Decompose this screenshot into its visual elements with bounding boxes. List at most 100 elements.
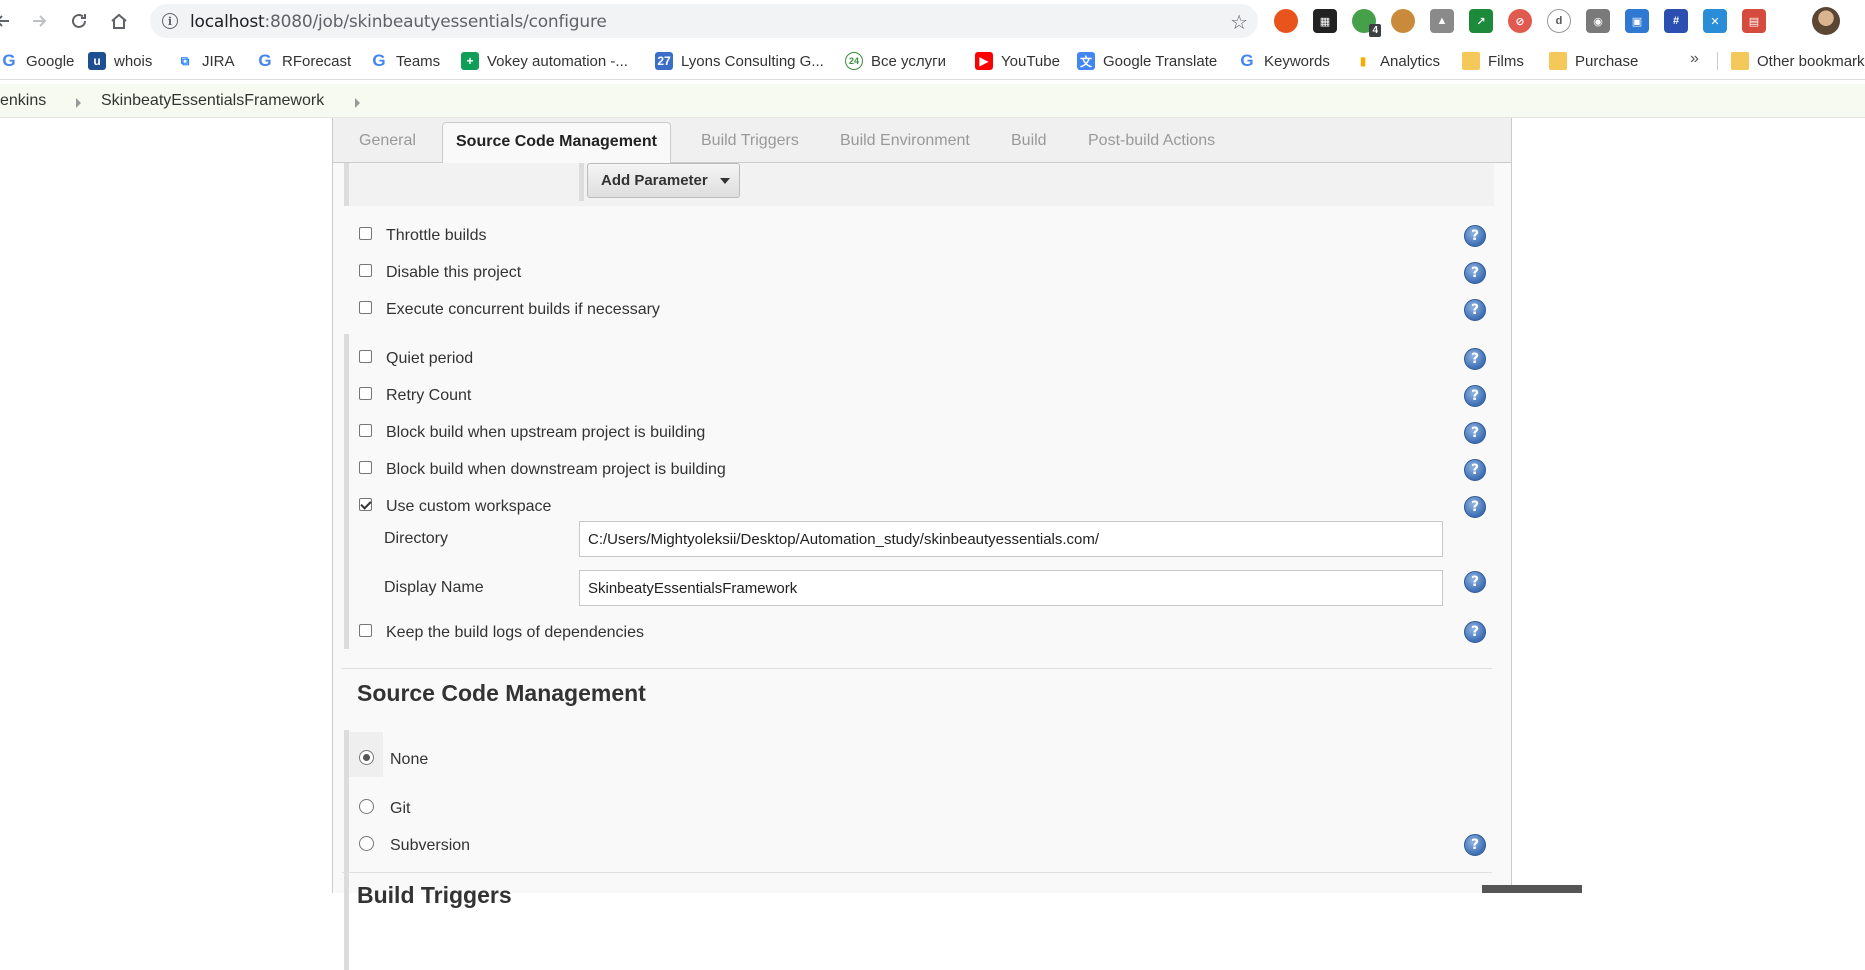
- section-bar: [344, 615, 349, 649]
- help-icon[interactable]: ?: [1464, 385, 1486, 407]
- qr-code-ext-icon[interactable]: ▦: [1313, 9, 1337, 33]
- help-icon[interactable]: ?: [1464, 262, 1486, 284]
- help-icon[interactable]: ?: [1464, 571, 1486, 593]
- bookmark-whois[interactable]: u whois: [88, 51, 152, 71]
- help-icon[interactable]: ?: [1464, 348, 1486, 370]
- chrome-color-ext-icon[interactable]: [1274, 9, 1298, 33]
- option-throttle-builds[interactable]: Throttle builds: [359, 225, 487, 247]
- option-quiet-period[interactable]: Quiet period: [359, 348, 473, 370]
- option-block-downstream[interactable]: Block build when downstream project is b…: [359, 459, 726, 481]
- retry-count-checkbox[interactable]: [359, 386, 372, 400]
- help-icon[interactable]: ?: [1464, 621, 1486, 643]
- calendar-ext-icon[interactable]: ▤: [1742, 9, 1766, 33]
- config-panel: General Source Code Management Build Tri…: [332, 118, 1512, 970]
- scm-option-git[interactable]: Git: [359, 798, 410, 820]
- tab-build-triggers[interactable]: Build Triggers: [701, 132, 799, 150]
- option-custom-workspace[interactable]: Use custom workspace: [359, 496, 551, 518]
- option-retry-count[interactable]: Retry Count: [359, 385, 471, 407]
- home-icon[interactable]: [106, 8, 132, 34]
- bookmark-keywords[interactable]: G Keywords: [1238, 51, 1330, 71]
- bookmark-google[interactable]: G Google: [0, 51, 74, 71]
- keep-build-logs-checkbox[interactable]: [359, 623, 372, 637]
- help-icon[interactable]: ?: [1464, 834, 1486, 856]
- other-bookmarks-folder[interactable]: Other bookmarks: [1731, 51, 1865, 71]
- custom-workspace-checkbox[interactable]: [359, 497, 372, 511]
- quiet-period-checkbox[interactable]: [359, 349, 372, 363]
- help-icon[interactable]: ?: [1464, 422, 1486, 444]
- option-concurrent-builds[interactable]: Execute concurrent builds if necessary: [359, 299, 660, 321]
- option-label: None: [390, 751, 429, 768]
- bookmark-vokey-automation[interactable]: + Vokey automation -...: [461, 51, 628, 71]
- section-divider: [342, 668, 1492, 669]
- bookmark-jira[interactable]: ⧉ JIRA: [176, 51, 235, 71]
- tab-build-environment[interactable]: Build Environment: [840, 132, 970, 150]
- scm-option-subversion[interactable]: Subversion: [359, 835, 470, 857]
- site-info-icon[interactable]: i: [162, 13, 178, 29]
- tools-ext-icon[interactable]: ✕: [1703, 9, 1727, 33]
- concurrent-builds-checkbox[interactable]: [359, 300, 372, 314]
- help-icon[interactable]: ?: [1464, 225, 1486, 247]
- drive-ext-icon[interactable]: ▲: [1430, 9, 1454, 33]
- block-upstream-checkbox[interactable]: [359, 423, 372, 437]
- bookmark-rforecast[interactable]: G RForecast: [256, 51, 351, 71]
- breadcrumb-chevron-icon[interactable]: [76, 98, 81, 108]
- back-arrow-icon[interactable]: [0, 8, 16, 34]
- option-block-upstream[interactable]: Block build when upstream project is bui…: [359, 422, 705, 444]
- display-name-input[interactable]: SkinbeatyEssentialsFramework: [579, 570, 1443, 606]
- bookmark-label: Google Translate: [1103, 52, 1218, 70]
- bookmark-youtube[interactable]: ▶ YouTube: [975, 51, 1060, 71]
- green-square-ext-icon[interactable]: ↗: [1469, 9, 1493, 33]
- grid-ext-icon[interactable]: #: [1664, 9, 1688, 33]
- tab-general[interactable]: General: [359, 132, 416, 150]
- directory-input[interactable]: C:/Users/Mightyoleksii/Desktop/Automatio…: [579, 521, 1443, 557]
- blue-ext-icon[interactable]: ▣: [1625, 9, 1649, 33]
- green-ext-icon[interactable]: 4: [1352, 9, 1381, 37]
- scm-option-none[interactable]: None: [359, 749, 428, 771]
- scm-git-radio[interactable]: [359, 798, 374, 814]
- block-downstream-checkbox[interactable]: [359, 460, 372, 474]
- d-ext-icon[interactable]: d: [1547, 9, 1571, 33]
- help-icon[interactable]: ?: [1464, 459, 1486, 481]
- option-disable-project[interactable]: Disable this project: [359, 262, 521, 284]
- tab-build[interactable]: Build: [1011, 132, 1047, 150]
- tab-post-build-actions[interactable]: Post-build Actions: [1088, 132, 1215, 150]
- block-ext-icon[interactable]: ⊘: [1508, 9, 1532, 33]
- tab-source-code-management[interactable]: Source Code Management: [442, 122, 671, 164]
- bookmark-lyons-consulting-g[interactable]: 27 Lyons Consulting G...: [655, 51, 824, 71]
- help-icon[interactable]: ?: [1464, 496, 1486, 518]
- cookie-ext-icon[interactable]: [1391, 9, 1415, 33]
- profile-avatar[interactable]: [1812, 7, 1840, 35]
- url-text[interactable]: localhost:8080/job/skinbeautyessentials/…: [190, 12, 607, 32]
- breadcrumb-chevron-icon[interactable]: [355, 98, 360, 108]
- option-label: Retry Count: [386, 387, 472, 404]
- reload-icon[interactable]: [66, 8, 92, 34]
- bookmark-favicon-icon: u: [88, 52, 106, 70]
- add-parameter-button[interactable]: Add Parameter: [587, 163, 740, 198]
- bookmark-все-услуги[interactable]: 24 Все услуги: [845, 51, 946, 71]
- option-keep-build-logs[interactable]: Keep the build logs of dependencies: [359, 622, 644, 644]
- bookmark-analytics[interactable]: ▮ Analytics: [1354, 51, 1440, 71]
- forward-arrow-icon[interactable]: [26, 8, 52, 34]
- section-divider: [342, 872, 1492, 873]
- bookmark-purchase[interactable]: Purchase: [1549, 51, 1638, 71]
- bookmark-films[interactable]: Films: [1462, 51, 1524, 71]
- bookmark-favicon-icon: ▶: [975, 52, 993, 70]
- help-icon[interactable]: ?: [1464, 299, 1486, 321]
- bookmarks-overflow-chevron-icon[interactable]: »: [1690, 50, 1699, 68]
- breadcrumb-jenkins[interactable]: Jenkins: [0, 92, 46, 110]
- bookmark-teams[interactable]: G Teams: [370, 51, 440, 71]
- bookmark-favicon-icon: 24: [845, 52, 863, 70]
- breadcrumb-job[interactable]: SkinbeatyEssentialsFramework: [101, 92, 324, 110]
- disable-project-checkbox[interactable]: [359, 263, 372, 277]
- bookmark-label: Keywords: [1264, 52, 1330, 70]
- address-bar[interactable]: i localhost:8080/job/skinbeautyessential…: [150, 4, 1258, 38]
- floating-widget[interactable]: [1482, 885, 1582, 893]
- throttle-builds-checkbox[interactable]: [359, 226, 372, 240]
- bookmark-favicon-icon: ▮: [1359, 54, 1367, 68]
- camera-ext-icon[interactable]: ◉: [1586, 9, 1610, 33]
- scm-subversion-radio[interactable]: [359, 835, 374, 851]
- bookmark-star-icon[interactable]: ☆: [1230, 10, 1248, 35]
- scm-none-radio[interactable]: [359, 749, 374, 765]
- bookmarks-separator: [1717, 52, 1718, 70]
- bookmark-google-translate[interactable]: 文 Google Translate: [1077, 51, 1217, 71]
